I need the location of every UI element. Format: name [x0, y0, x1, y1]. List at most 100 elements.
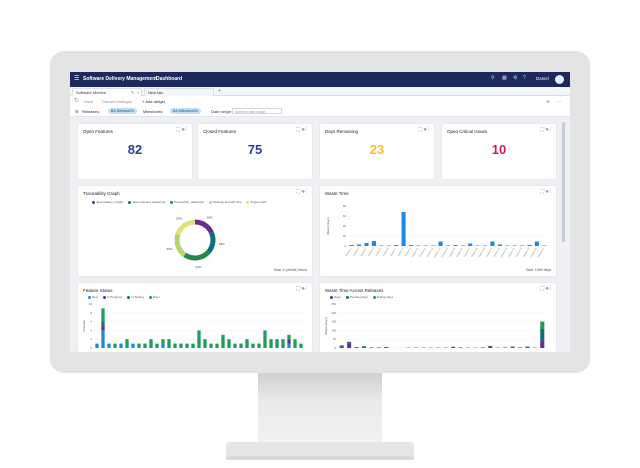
bar	[488, 346, 493, 348]
more-icon[interactable]: ⋯	[557, 99, 561, 104]
bar	[287, 339, 291, 344]
date-range-input[interactable]: Select a date range	[232, 108, 282, 114]
share-icon[interactable]: ⟲	[546, 99, 549, 104]
save-button[interactable]: Save	[84, 99, 93, 104]
legend-item: Days	[334, 295, 341, 299]
y-tick-label: 0	[90, 346, 92, 350]
y-axis-label: Features	[82, 320, 86, 332]
filter-bar: ☰ Releases: BA-Release03 Milestones: BA-…	[70, 106, 570, 117]
settings-icon[interactable]: ⚙	[513, 75, 517, 81]
bar	[416, 245, 421, 246]
app-header: ☰ Software Delivery Management Dashboard…	[70, 72, 570, 87]
bar	[451, 347, 456, 348]
widget-tools-icon[interactable]: ⛶⌮⋮	[297, 127, 308, 133]
bar	[209, 343, 213, 348]
widget-tools-icon[interactable]: ⛶⌮⋮	[541, 189, 552, 195]
bar	[475, 245, 480, 246]
bar	[361, 346, 367, 348]
bar	[460, 245, 465, 246]
bar	[125, 339, 129, 348]
y-tick-label: 150	[331, 320, 336, 324]
donut-data-label: 20%	[166, 247, 172, 251]
bar	[221, 334, 225, 348]
add-widget-button[interactable]: + Add widget	[142, 99, 165, 104]
bar	[408, 245, 413, 246]
releases-chip[interactable]: BA-Release03	[108, 108, 137, 114]
waste-time-total: Total: 1359 days	[525, 268, 552, 272]
x-tick-label: Feature 8	[397, 246, 405, 256]
x-tick-label: Feature 19	[478, 246, 486, 257]
bar	[349, 245, 354, 246]
bar	[458, 347, 463, 348]
traceability-graph-widget: Traceability Graph ⛶⌮⋮ Java Gallery_Insi…	[78, 186, 312, 276]
y-tick-label: 0	[344, 244, 346, 248]
kpi-open-critical-issues: Open Critical Issues ⛶⌮⋮ 10	[442, 124, 556, 179]
screen: ☰ Software Delivery Management Dashboard…	[70, 72, 570, 352]
waste-across-releases-widget: Waste Time Across Releases ⛶⌮⋮ Days Pend…	[320, 283, 556, 352]
legend-item: Strategy and API Doc	[212, 200, 242, 204]
grid-icon[interactable]: ▦	[502, 75, 507, 81]
y-tick-label: 40	[343, 224, 347, 228]
scrollbar[interactable]	[562, 122, 565, 242]
widget-tools-icon[interactable]: ⛶⌮⋮	[297, 189, 308, 195]
hamburger-menu-icon[interactable]: ☰	[74, 76, 79, 82]
y-tick-label: 8	[90, 311, 92, 315]
bar	[480, 347, 485, 348]
discard-changes-button[interactable]: Discard changes	[102, 99, 132, 104]
waste-releases-bar-chart: 0 50 100 150 200 250 Waste (days)	[324, 302, 546, 350]
help-icon[interactable]: ?	[523, 75, 526, 81]
x-tick-label: Feature 11	[419, 246, 427, 257]
bar	[101, 308, 105, 322]
bar	[281, 339, 285, 348]
bar	[161, 339, 165, 344]
legend-item: Ending days	[376, 295, 394, 299]
tab-new-tab[interactable]: New tab	[144, 88, 214, 96]
bar	[361, 347, 367, 348]
donut-data-label: 18%	[207, 215, 213, 219]
y-tick-label: 250	[331, 302, 336, 306]
x-tick-label: Feature 25	[522, 246, 530, 257]
bar	[540, 328, 545, 341]
add-tab-icon[interactable]: +	[218, 88, 221, 94]
bar	[386, 245, 391, 246]
date-range-label: Date range:	[211, 109, 232, 114]
widget-tools-icon[interactable]: ⛶⌮⋮	[419, 127, 430, 133]
avatar[interactable]	[555, 75, 564, 84]
traceability-total: Total: 6 (visible) items	[273, 268, 307, 272]
bar	[233, 343, 237, 348]
widget-tools-icon[interactable]: ⛶⌮⋮	[541, 127, 552, 133]
kpi-days-remaining: Days Remaining ⛶⌮⋮ 23	[320, 124, 434, 179]
y-tick-label: 200	[331, 311, 336, 315]
bar	[263, 330, 267, 348]
bar	[275, 339, 279, 348]
bar	[453, 245, 458, 246]
legend-item: Java Gallery_Insight	[96, 200, 124, 204]
bar	[203, 339, 207, 348]
bar	[354, 347, 359, 348]
app-name: Software Delivery Management	[83, 76, 157, 82]
x-tick-label: Feature 10	[411, 246, 419, 257]
milestones-chip[interactable]: BA-Milestone04	[170, 108, 201, 114]
x-tick-label: Feature 18	[471, 246, 479, 257]
widget-tools-icon[interactable]: ⛶⌮⋮	[297, 286, 308, 292]
widget-tools-icon[interactable]: ⛶⌮⋮	[541, 286, 552, 292]
bar	[173, 343, 177, 348]
bar	[347, 343, 352, 348]
kpi-open-features: Open Features ⛶⌮⋮ 82	[78, 124, 192, 179]
user-name[interactable]: Daniel	[536, 76, 549, 81]
x-tick-label: Feature 17	[463, 246, 471, 257]
widget-tools-icon[interactable]: ⛶⌮⋮	[177, 127, 188, 133]
kpi-title: Open Features	[83, 129, 114, 134]
filter-icon[interactable]: ☰	[75, 109, 79, 114]
bar	[376, 347, 381, 348]
legend-item: New	[92, 295, 99, 299]
page-title: Dashboard	[156, 76, 183, 82]
x-tick-label: Feature 14	[441, 246, 449, 257]
tab-software-metrics[interactable]: Software Metrics ✎ ×	[72, 88, 142, 96]
widget-title: Feature Status	[83, 288, 113, 293]
refresh-icon[interactable]: ↻	[74, 97, 79, 104]
donut-slice	[206, 231, 216, 254]
search-icon[interactable]: ⚲	[491, 75, 495, 81]
bar	[119, 343, 123, 348]
x-tick-label: Feature 27	[537, 246, 545, 257]
